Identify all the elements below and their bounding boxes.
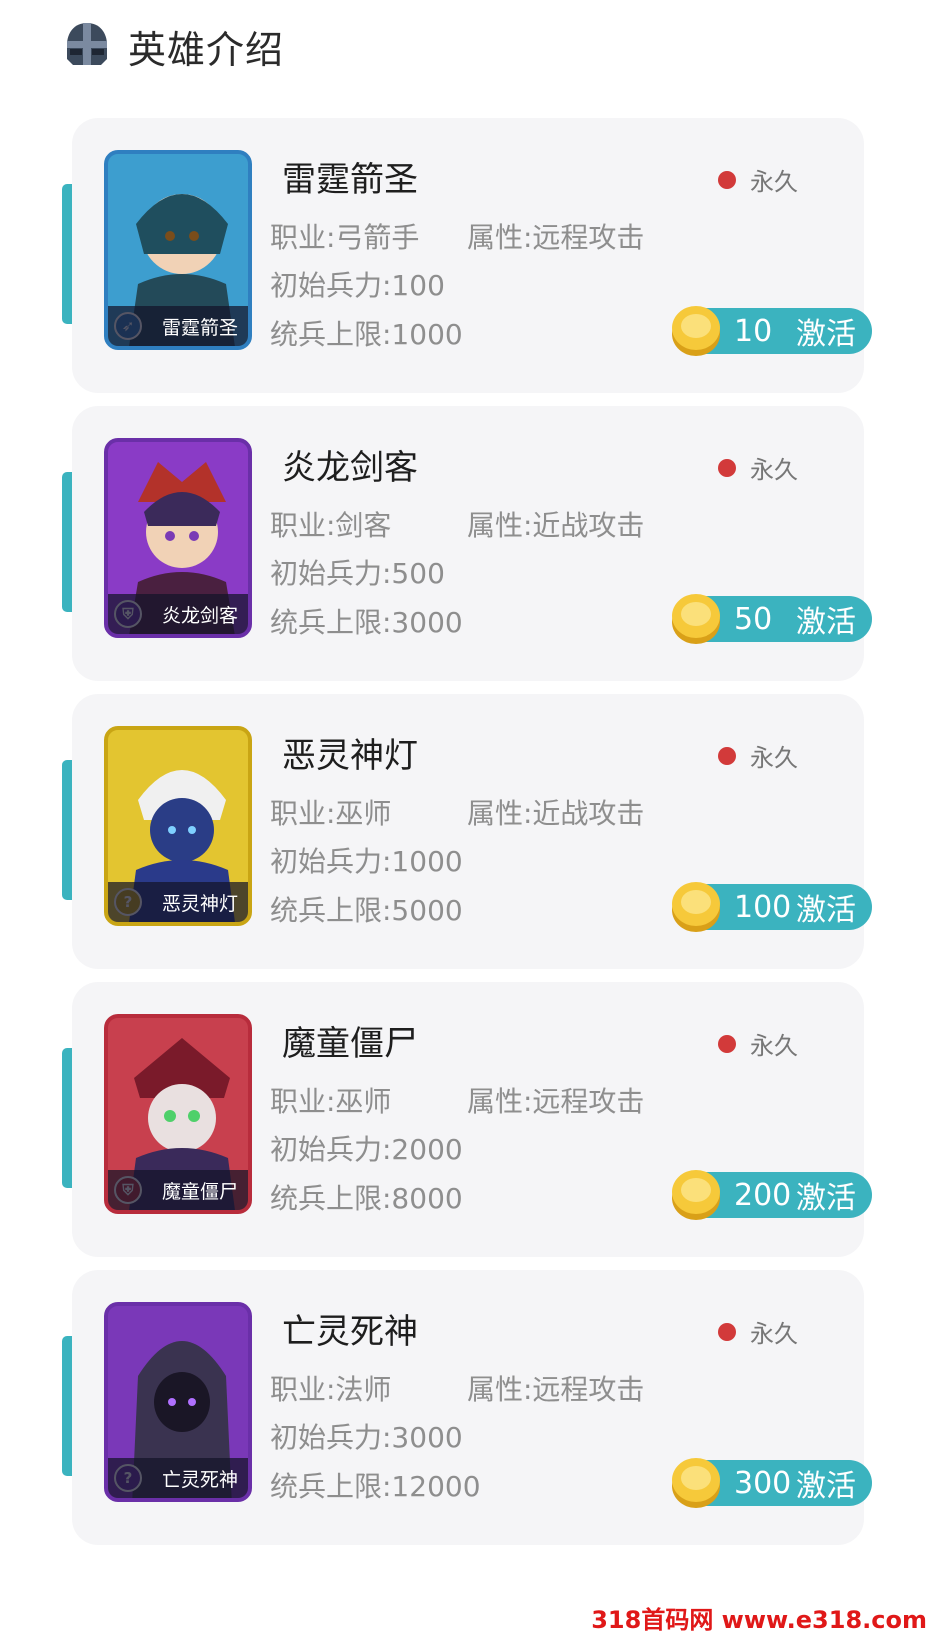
- coin-icon: [672, 1458, 720, 1508]
- price: 10: [734, 313, 773, 349]
- hero-card: ⛨ 魔童僵尸 魔童僵尸 永久 职业:巫师 属性:远程攻击 初始兵力:2000 统…: [62, 982, 872, 1257]
- portrait-name: 魔童僵尸: [108, 1170, 248, 1210]
- portrait-name: 雷霆箭圣: [108, 306, 248, 346]
- duration-label: 永久: [718, 162, 798, 197]
- coin-icon: [672, 882, 720, 932]
- activate-button[interactable]: 100 激活: [672, 882, 872, 932]
- duration-label: 永久: [718, 1314, 798, 1349]
- price: 200: [734, 1177, 792, 1213]
- hero-job: 职业:法师: [270, 1373, 392, 1406]
- duration-label: 永久: [718, 1026, 798, 1061]
- hero-card: ? 恶灵神灯 恶灵神灯 永久 职业:巫师 属性:近战攻击 初始兵力:1000 统…: [62, 694, 872, 969]
- activate-label: 激活: [796, 893, 856, 928]
- status-dot: [718, 1034, 736, 1053]
- status-dot: [718, 170, 736, 189]
- hero-attr: 属性:近战攻击: [467, 509, 645, 542]
- price: 300: [734, 1465, 792, 1501]
- status-dot: [718, 746, 736, 765]
- hero-job: 职业:弓箭手: [270, 221, 420, 254]
- hero-portrait[interactable]: ? 恶灵神灯: [104, 726, 252, 926]
- card-accent: [62, 760, 72, 900]
- page-title: 英雄介绍: [128, 27, 285, 72]
- activate-label: 激活: [796, 317, 856, 352]
- hero-job: 职业:剑客: [270, 509, 392, 542]
- hero-troops: 初始兵力:500: [270, 557, 445, 590]
- activate-button[interactable]: 200 激活: [672, 1170, 872, 1220]
- page-header: 英雄介绍: [60, 16, 284, 76]
- card-accent: [62, 1336, 72, 1476]
- hero-name: 恶灵神灯: [282, 736, 418, 776]
- duration-label: 永久: [718, 450, 798, 485]
- hero-job: 职业:巫师: [270, 797, 392, 830]
- hero-troops: 初始兵力:3000: [270, 1421, 463, 1454]
- hero-job: 职业:巫师: [270, 1085, 392, 1118]
- activate-button[interactable]: 10 激活: [672, 306, 872, 356]
- hero-limit: 统兵上限:3000: [270, 606, 463, 639]
- duration-label: 永久: [718, 738, 798, 773]
- hero-portrait[interactable]: ➶ 雷霆箭圣: [104, 150, 252, 350]
- price: 100: [734, 889, 792, 925]
- hero-portrait[interactable]: ⛨ 炎龙剑客: [104, 438, 252, 638]
- activate-label: 激活: [796, 1181, 856, 1216]
- hero-limit: 统兵上限:8000: [270, 1182, 463, 1215]
- hero-limit: 统兵上限:5000: [270, 894, 463, 927]
- portrait-name: 恶灵神灯: [108, 882, 248, 922]
- hero-card: ⛨ 炎龙剑客 炎龙剑客 永久 职业:剑客 属性:近战攻击 初始兵力:500 统兵…: [62, 406, 872, 681]
- status-dot: [718, 1322, 736, 1341]
- hero-attr: 属性:远程攻击: [467, 1085, 645, 1118]
- hero-attr: 属性:近战攻击: [467, 797, 645, 830]
- activate-label: 激活: [796, 605, 856, 640]
- hero-card: ? 亡灵死神 亡灵死神 永久 职业:法师 属性:远程攻击 初始兵力:3000 统…: [62, 1270, 872, 1545]
- hero-attr: 属性:远程攻击: [467, 1373, 645, 1406]
- helmet-icon: [67, 23, 107, 65]
- activate-label: 激活: [796, 1469, 856, 1504]
- hero-attr: 属性:远程攻击: [467, 221, 645, 254]
- hero-name: 魔童僵尸: [282, 1024, 418, 1064]
- card-accent: [62, 472, 72, 612]
- hero-troops: 初始兵力:2000: [270, 1133, 463, 1166]
- hero-portrait[interactable]: ⛨ 魔童僵尸: [104, 1014, 252, 1214]
- hero-troops: 初始兵力:1000: [270, 845, 463, 878]
- portrait-name: 炎龙剑客: [108, 594, 248, 634]
- coin-icon: [672, 1170, 720, 1220]
- activate-button[interactable]: 300 激活: [672, 1458, 872, 1508]
- hero-card: ➶ 雷霆箭圣 雷霆箭圣 永久 职业:弓箭手 属性:远程攻击 初始兵力:100 统…: [62, 118, 872, 393]
- hero-name: 亡灵死神: [282, 1312, 418, 1352]
- hero-limit: 统兵上限:1000: [270, 318, 463, 351]
- hero-portrait[interactable]: ? 亡灵死神: [104, 1302, 252, 1502]
- status-dot: [718, 458, 736, 477]
- hero-name: 炎龙剑客: [282, 448, 418, 488]
- coin-icon: [672, 306, 720, 356]
- hero-name: 雷霆箭圣: [282, 160, 418, 200]
- price: 50: [734, 601, 773, 637]
- card-accent: [62, 184, 72, 324]
- card-accent: [62, 1048, 72, 1188]
- hero-troops: 初始兵力:100: [270, 269, 445, 302]
- hero-limit: 统兵上限:12000: [270, 1470, 481, 1503]
- watermark: 318首码网 www.e318.com: [591, 1606, 927, 1634]
- portrait-name: 亡灵死神: [108, 1458, 248, 1498]
- activate-button[interactable]: 50 激活: [672, 594, 872, 644]
- coin-icon: [672, 594, 720, 644]
